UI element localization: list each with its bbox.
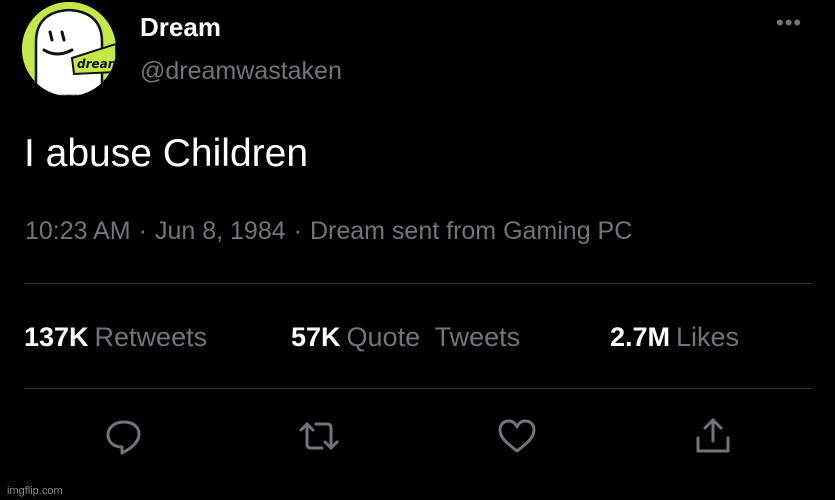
action-bar [0,416,835,456]
meta-separator: · [293,217,302,245]
divider [24,388,812,389]
likes-label: Likes [676,322,740,352]
reply-button[interactable] [103,416,145,456]
retweet-icon [299,422,339,450]
more-options-icon[interactable]: ••• [776,10,802,36]
tweet-date[interactable]: Jun 8, 1984 [155,217,286,245]
reply-icon [106,420,141,455]
like-button[interactable] [496,416,538,456]
retweets-count: 137K [24,322,89,352]
divider [24,283,812,284]
share-button[interactable] [692,416,734,456]
display-name[interactable]: Dream [140,12,221,43]
quotes-count: 57K [291,322,341,352]
retweet-button[interactable] [298,416,340,456]
tweet-time[interactable]: 10:23 AM [25,217,131,245]
likes-stat[interactable]: 2.7M Likes [610,322,739,353]
avatar[interactable]: dream [22,2,116,96]
meta-separator: · [138,217,147,245]
svg-text:dream: dream [77,57,116,71]
quotes-stat[interactable]: 57K Quote Tweets [291,322,520,353]
watermark: imgflip.com [7,485,63,497]
retweets-label: Retweets [94,322,208,352]
tweet-meta: 10:23 AM · Jun 8, 1984 · Dream sent from Gam… [25,217,632,246]
tweet-source: Dream sent from Gaming PC [309,217,633,245]
quotes-label: Quote Tweets [346,322,521,352]
share-icon [696,418,730,453]
dream-mask-icon: dream [22,2,116,96]
heart-icon [498,419,536,453]
tweet-text: I abuse Children [24,132,309,175]
handle[interactable]: @dreamwastaken [140,57,342,86]
likes-count: 2.7M [610,322,671,352]
retweets-stat[interactable]: 137K Retweets [24,322,207,353]
